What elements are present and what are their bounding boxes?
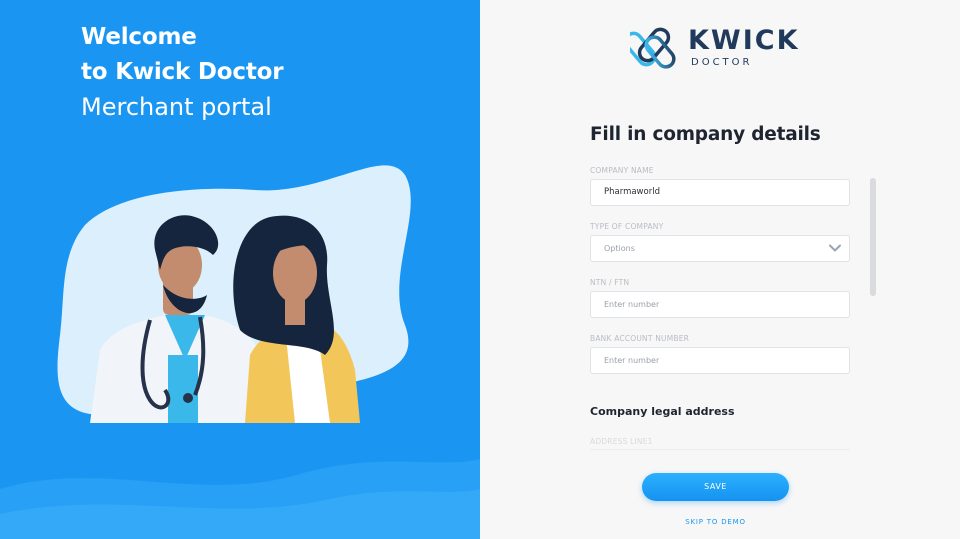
address-line1-label: ADDRESS LINE1	[590, 437, 653, 446]
save-button[interactable]: SAVE	[642, 473, 789, 501]
address-line1-input[interactable]	[590, 449, 850, 450]
kwick-doctor-logo-icon	[630, 27, 676, 69]
company-name-label: COMPANY NAME	[590, 166, 654, 175]
form-scroll-area[interactable]: COMPANY NAME Pharmaworld TYPE OF COMPANY…	[590, 160, 852, 452]
form-panel: KWICK DOCTOR Fill in company details COM…	[480, 0, 960, 539]
chevron-down-icon	[829, 244, 841, 252]
form-title: Fill in company details	[590, 124, 821, 145]
company-type-select[interactable]: Options	[590, 235, 850, 262]
legal-address-heading: Company legal address	[590, 405, 735, 418]
ntn-input[interactable]: Enter number	[590, 291, 850, 318]
doctors-illustration	[57, 165, 411, 423]
hero-panel: Welcome to Kwick Doctor Merchant portal	[0, 0, 480, 539]
company-name-input[interactable]: Pharmaworld	[590, 179, 850, 206]
company-type-placeholder: Options	[604, 244, 635, 253]
form-scrollbar-thumb[interactable]	[870, 178, 876, 296]
portal-name: Merchant portal	[81, 93, 272, 121]
welcome-subheading: to Kwick Doctor	[81, 59, 284, 85]
ntn-label: NTN / FTN	[590, 278, 630, 287]
company-type-label: TYPE OF COMPANY	[590, 222, 664, 231]
bank-account-label: BANK ACCOUNT NUMBER	[590, 334, 690, 343]
skip-to-demo-link[interactable]: SKIP TO DEMO	[642, 518, 789, 526]
bank-account-input[interactable]: Enter number	[590, 347, 850, 374]
company-name-value: Pharmaworld	[604, 187, 660, 197]
welcome-heading: Welcome	[81, 24, 197, 50]
form-scrollbar[interactable]	[870, 178, 876, 296]
brand-name: KWICK	[688, 25, 800, 56]
bank-account-placeholder: Enter number	[604, 356, 660, 365]
ntn-placeholder: Enter number	[604, 300, 660, 309]
brand-logo: KWICK DOCTOR	[630, 25, 810, 73]
brand-subtitle: DOCTOR	[691, 57, 753, 68]
hero-waves	[0, 459, 480, 539]
